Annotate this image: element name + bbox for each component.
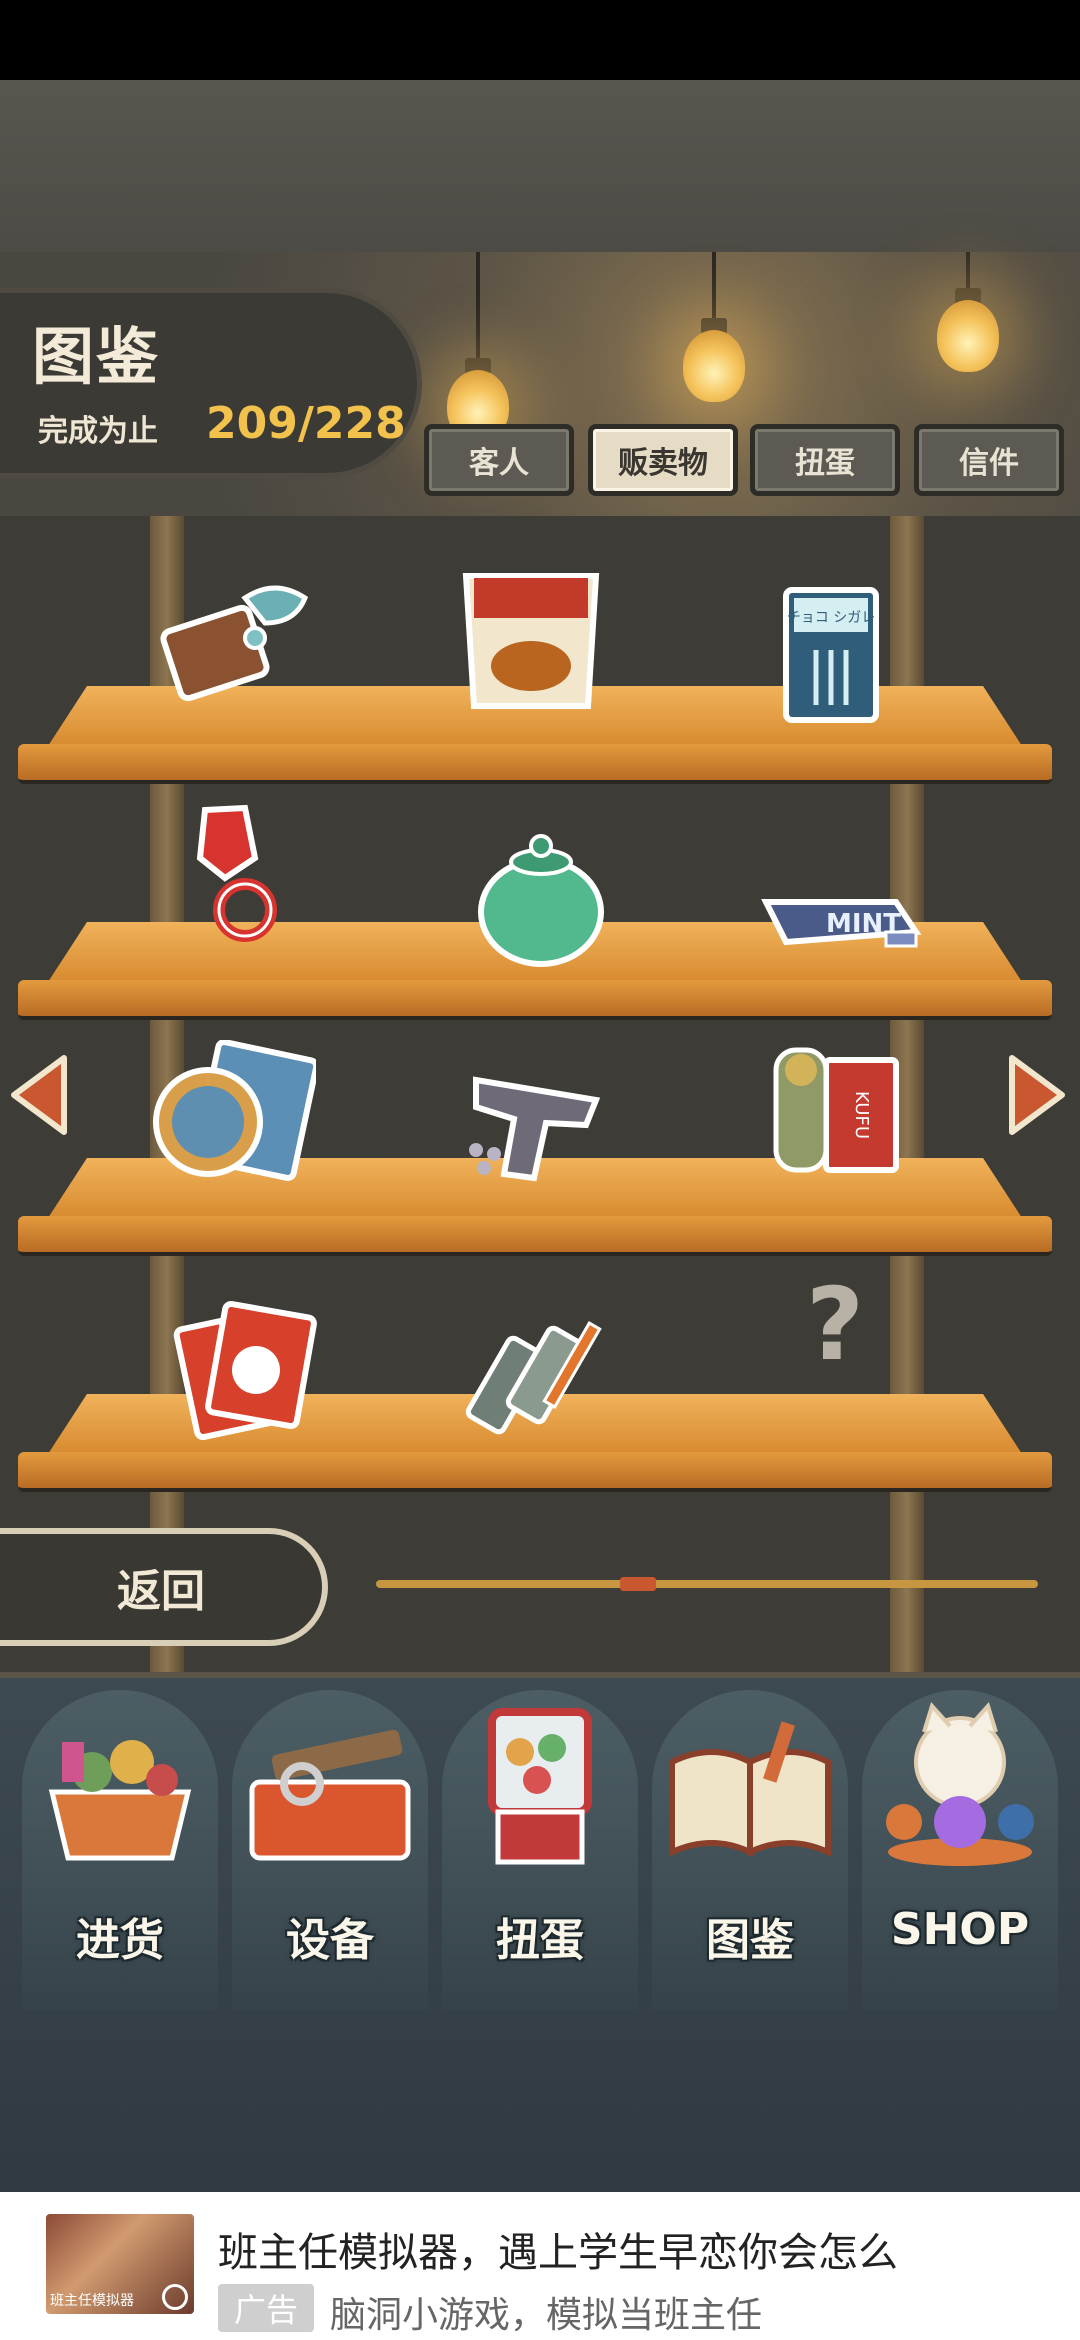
toy-cap-gun-icon[interactable] [456, 1040, 626, 1190]
ad-banner[interactable]: 班主任模拟器 班主任模拟器，遇上学生早恋你会怎么 广告 脑洞小游戏，模拟当班主任 [0, 2192, 1080, 2340]
trading-card-sticker-icon[interactable] [146, 1040, 316, 1190]
svg-text:KUFU: KUFU [851, 1091, 872, 1139]
stock-basket-icon [48, 1740, 192, 1861]
mummy-toy-box-icon[interactable]: KUFU [736, 1030, 906, 1180]
ad-play-icon [162, 2284, 188, 2310]
unknown-item-icon[interactable]: ? [790, 1270, 880, 1380]
nav-equipment[interactable]: 设备 [232, 1690, 428, 2010]
light-bulb-icon [683, 330, 745, 402]
nav-encyclopedia-label: 图鉴 [706, 1915, 794, 1966]
tab-guests[interactable]: 客人 [424, 424, 574, 496]
ad-badge: 广告 [218, 2284, 314, 2332]
page-scroll-track[interactable] [376, 1580, 1038, 1588]
light-bulb-icon [937, 300, 999, 372]
chocolate-box-icon[interactable]: チョコ シガレ [746, 580, 916, 730]
nav-stock-label: 进货 [76, 1915, 164, 1966]
nav-equipment-label: 设备 [286, 1915, 374, 1966]
tab-letters[interactable]: 信件 [914, 424, 1064, 496]
mint-gum-pack-icon[interactable]: MINT [756, 852, 926, 1002]
status-bar [0, 0, 1080, 80]
lucky-cat-icon [886, 1702, 1034, 1866]
page-scroll-thumb[interactable] [620, 1577, 656, 1591]
lamp-cord [712, 252, 716, 322]
toolbox-icon [249, 1729, 411, 1861]
svg-text:チョコ シガレ: チョコ シガレ [787, 610, 875, 626]
ring-pop-candy-icon[interactable] [150, 800, 320, 950]
tab-merchandise[interactable]: 贩卖物 [588, 424, 738, 496]
ad-title[interactable]: 班主任模拟器，遇上学生早恋你会怎么 [218, 2220, 898, 2278]
nav-gacha[interactable]: 扭蛋 [442, 1690, 638, 2010]
senbei-snack-bag-icon[interactable] [446, 566, 616, 716]
open-book-icon [669, 1721, 831, 1857]
category-tabs: 客人 贩卖物 扭蛋 信件 [0, 424, 1080, 496]
back-button[interactable]: 返回 [0, 1528, 328, 1646]
nav-shop[interactable]: SHOP [862, 1690, 1058, 2010]
page-title: 图鉴 [32, 320, 161, 393]
ad-thumbnail[interactable]: 班主任模拟器 [46, 2214, 194, 2314]
nav-encyclopedia[interactable]: 图鉴 [652, 1690, 848, 2010]
next-page-arrow-icon[interactable] [1006, 1052, 1068, 1138]
menko-cards-icon[interactable] [156, 1290, 326, 1440]
nav-shop-label: SHOP [890, 1904, 1030, 1955]
gacha-machine-icon [488, 1708, 592, 1865]
lamp-cord [476, 252, 480, 362]
tab-gacha[interactable]: 扭蛋 [750, 424, 900, 496]
ad-thumb-caption: 班主任模拟器 [50, 2293, 134, 2309]
prev-page-arrow-icon[interactable] [8, 1052, 70, 1138]
ad-description: 脑洞小游戏，模拟当班主任 [330, 2295, 763, 2336]
nav-stock[interactable]: 进货 [22, 1690, 218, 2010]
nav-gacha-label: 扭蛋 [496, 1915, 584, 1966]
green-candy-jar-icon[interactable] [456, 820, 626, 970]
top-banner [0, 80, 1080, 252]
paint-tubes-icon[interactable] [456, 1300, 626, 1450]
taiyaki-sweets-icon[interactable] [150, 558, 320, 708]
lamp-cord [966, 252, 970, 292]
